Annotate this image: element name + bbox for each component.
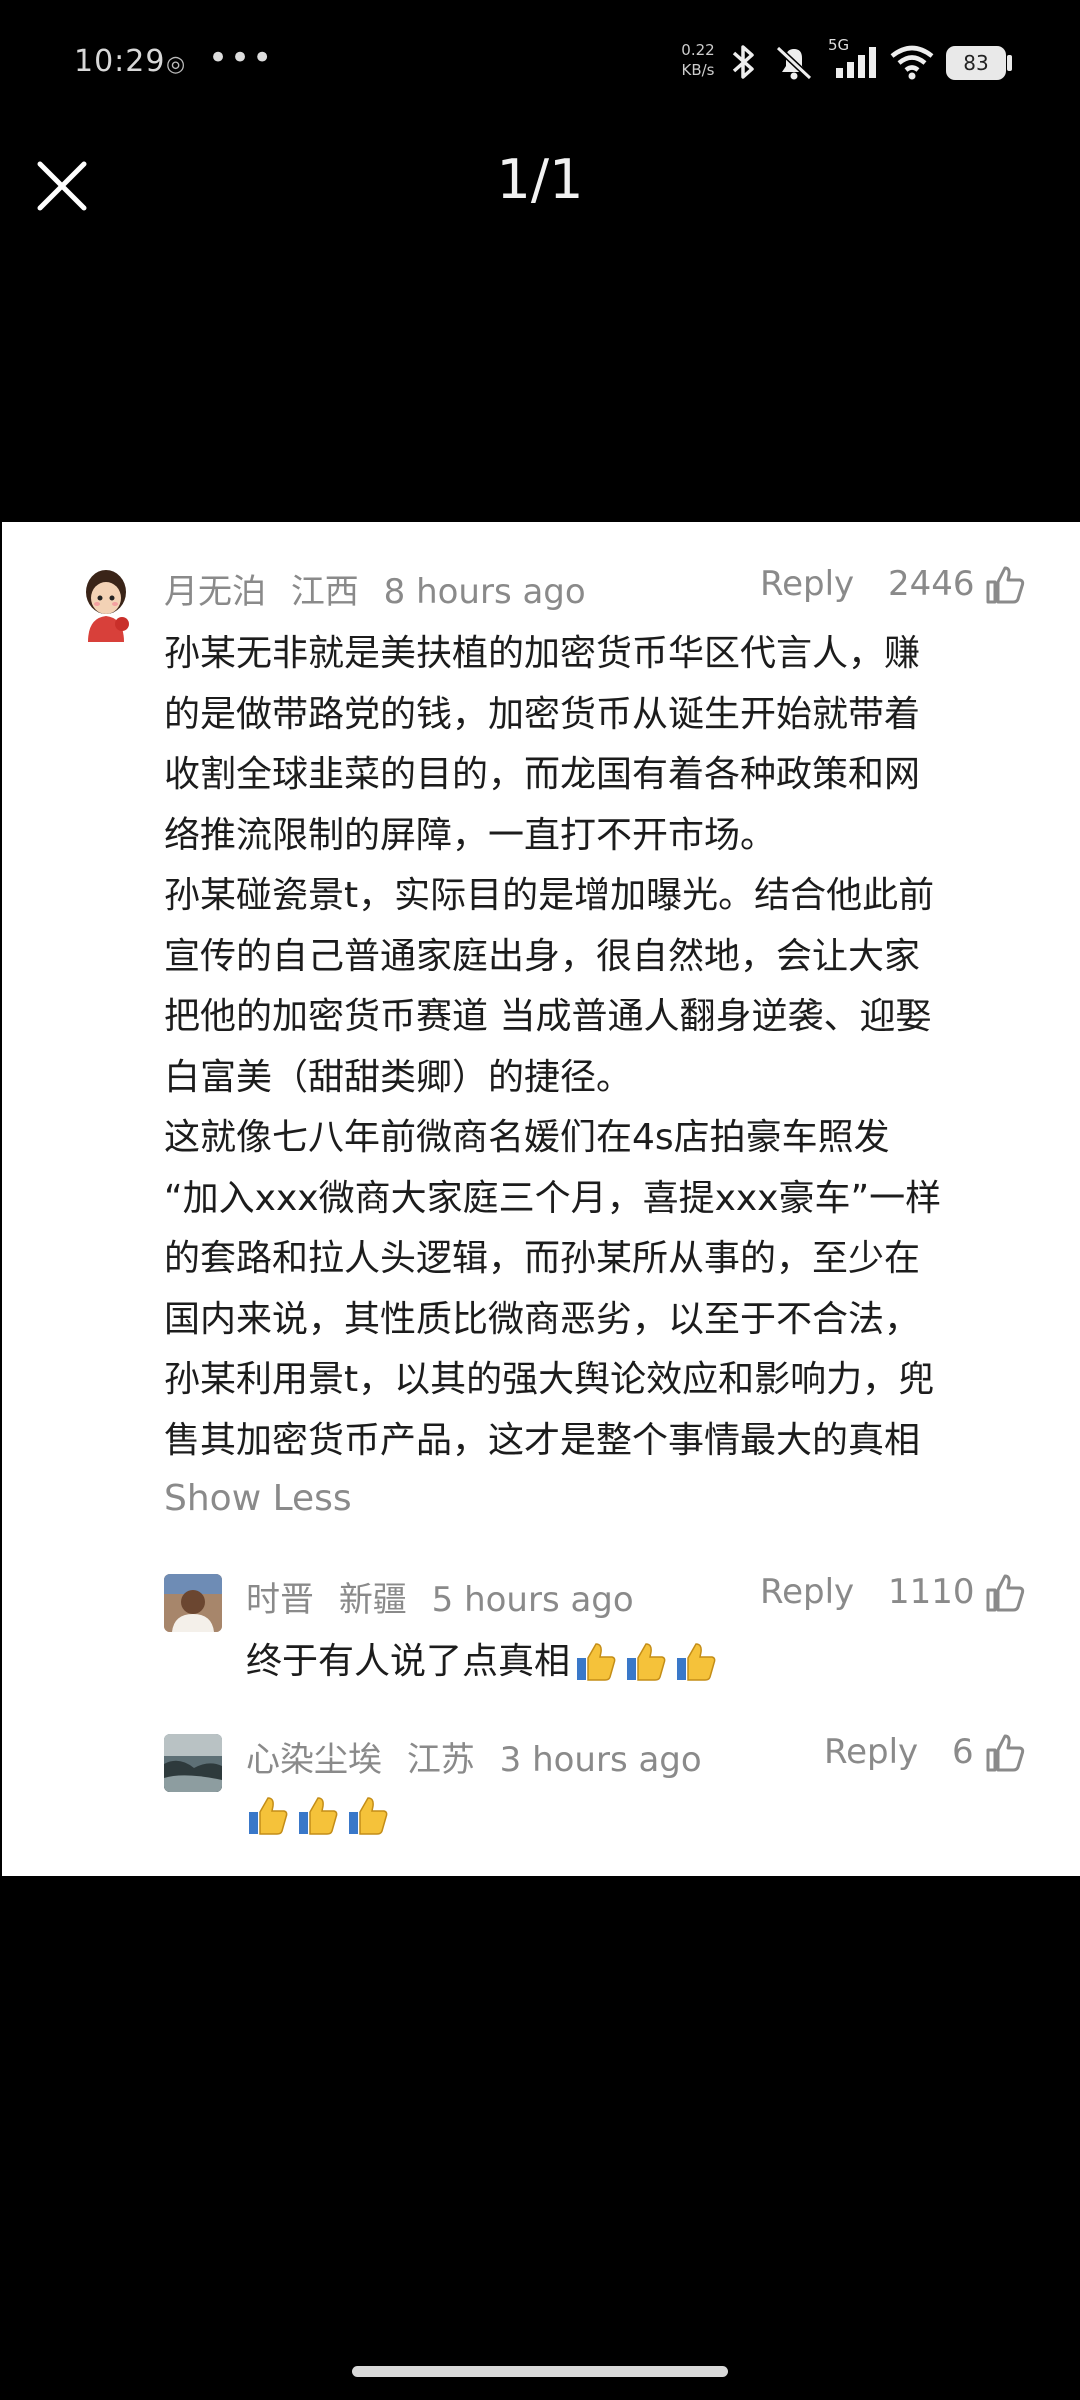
comment-line: 孙某碰瓷景t，实际目的是增加曝光。结合他此前	[164, 875, 935, 916]
comment-region: 新疆	[338, 1580, 407, 1620]
comment-line: 的套路和拉人头逻辑，而孙某所从事的，至少在	[164, 1238, 921, 1279]
comment-line: “加入xxx微商大家庭三个月，喜提xxx豪车”一样	[164, 1177, 942, 1219]
reply-button[interactable]: Reply	[760, 564, 854, 604]
comment-time: 8 hours ago	[383, 572, 586, 612]
thumbs-up-emoji-icon	[299, 1797, 338, 1835]
notification-icon: ◎	[166, 52, 186, 77]
thumbs-up-emoji-icon	[577, 1643, 616, 1681]
comment-body: 终于有人说了点真相	[246, 1632, 718, 1693]
show-less-link[interactable]: Show Less	[164, 1478, 352, 1519]
signal-icon	[836, 47, 876, 78]
thumbs-up-icon[interactable]	[984, 564, 1026, 606]
comment-line: 售其加密货币产品，这才是整个事情最大的真相	[164, 1419, 921, 1461]
home-indicator[interactable]	[352, 2366, 728, 2377]
comment-username[interactable]: 月无泊	[164, 572, 266, 612]
comment-meta: 月无泊 江西 8 hours ago	[164, 564, 600, 613]
comment-region: 江苏	[406, 1740, 475, 1780]
comment-username[interactable]: 心染尘埃	[246, 1740, 382, 1780]
network-speed: 0.22 KB/s	[678, 40, 718, 80]
like-count: 6	[952, 1732, 974, 1772]
reply-button[interactable]: Reply	[824, 1732, 918, 1772]
comment-line: 的是做带路党的钱，加密货币从诞生开始就带着	[164, 693, 921, 735]
wifi-icon	[890, 45, 934, 80]
comment-line: 白富美（甜甜类卿）的捷径。	[164, 1056, 633, 1098]
thumbs-up-icon[interactable]	[984, 1732, 1026, 1774]
avatar	[74, 562, 138, 644]
comment-line: 孙某利用景t，以其的强大舆论效应和影响力，兜	[164, 1359, 935, 1400]
bluetooth-icon	[732, 45, 754, 79]
thumbs-up-emoji-icon	[627, 1643, 666, 1681]
comment-meta: 心染尘埃 江苏 3 hours ago	[246, 1732, 716, 1781]
avatar	[164, 1734, 222, 1792]
comment-line: 终于有人说了点真相	[246, 1641, 571, 1682]
comment-body: 孙某无非就是美扶植的加密货币华区代言人，赚 的是做带路党的钱，加密货币从诞生开始…	[164, 624, 1044, 1471]
thumbs-up-emoji-icon	[349, 1797, 388, 1835]
mute-bell-icon	[775, 45, 813, 81]
comment-username[interactable]: 时晋	[246, 1580, 314, 1620]
status-bar: 10:29 ◎ ••• 0.22 KB/s 5G 83	[0, 0, 1080, 130]
comment-line: 络推流限制的屏障，一直打不开市场。	[164, 814, 777, 856]
page-counter: 1/1	[496, 148, 584, 211]
thumbs-up-emoji-group	[246, 1794, 390, 1838]
thumbs-up-emoji-icon	[677, 1643, 716, 1681]
comment-line: 这就像七八年前微商名媛们在4s店拍豪车照发	[164, 1117, 890, 1158]
comment-region: 江西	[290, 572, 359, 612]
battery-tip	[1007, 55, 1012, 71]
reply-button[interactable]: Reply	[760, 1572, 854, 1612]
network-speed-value: 0.22	[681, 41, 715, 59]
more-notifications-icon: •••	[208, 38, 275, 78]
comment-line: 把他的加密货币赛道 当成普通人翻身逆袭、迎娶	[164, 996, 932, 1037]
comment-line: 国内来说，其性质比微商恶劣，以至于不合法，	[164, 1298, 921, 1340]
thumbs-up-icon[interactable]	[984, 1572, 1026, 1614]
thumbs-up-emoji-group	[574, 1640, 718, 1684]
comment-line: 收割全球韭菜的目的，而龙国有着各种政策和网	[164, 754, 921, 795]
like-count: 1110	[888, 1572, 975, 1612]
comment-image[interactable]: 月无泊 江西 8 hours ago Reply 2446 孙某无非就是美扶植的…	[2, 522, 1080, 1876]
thumbs-up-emoji-icon	[249, 1797, 288, 1835]
comment-time: 5 hours ago	[431, 1580, 634, 1620]
status-time: 10:29	[74, 44, 166, 79]
network-speed-unit: KB/s	[681, 61, 715, 79]
comment-line: 宣传的自己普通家庭出身，很自然地，会让大家	[164, 935, 921, 977]
comment-time: 3 hours ago	[499, 1740, 702, 1780]
avatar	[164, 1574, 222, 1632]
comment-line: 孙某无非就是美扶植的加密货币华区代言人，赚	[164, 633, 921, 674]
battery-indicator: 83	[946, 46, 1006, 80]
like-count: 2446	[888, 564, 975, 604]
comment-meta: 时晋 新疆 5 hours ago	[246, 1572, 648, 1621]
